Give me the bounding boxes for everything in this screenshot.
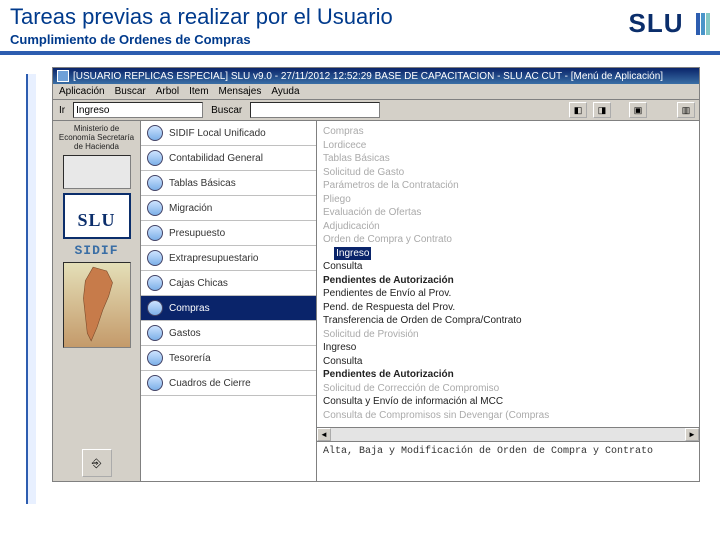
scroll-right-icon[interactable]: ► bbox=[685, 428, 699, 441]
module-label: Cajas Chicas bbox=[169, 278, 228, 289]
module-list: SIDIF Local Unificado Contabilidad Genera… bbox=[141, 121, 317, 481]
module-icon bbox=[147, 325, 163, 341]
module-label: Compras bbox=[169, 303, 210, 314]
menubar: Aplicación Buscar Arbol Item Mensajes Ay… bbox=[53, 84, 699, 100]
tree-item[interactable]: Solicitud de Corrección de Compromiso bbox=[323, 382, 693, 396]
module-compras[interactable]: Compras bbox=[141, 296, 316, 321]
menu-tree[interactable]: Compras Lordicece Tablas Básicas Solicit… bbox=[317, 121, 699, 427]
tree-item[interactable]: Ingreso bbox=[323, 341, 693, 355]
scroll-left-icon[interactable]: ◄ bbox=[317, 428, 331, 441]
tree-item[interactable]: Pendientes de Envío al Prov. bbox=[323, 287, 693, 301]
module-label: Presupuesto bbox=[169, 228, 225, 239]
tree-item[interactable]: Pliego bbox=[323, 193, 693, 207]
module-label: Tesorería bbox=[169, 353, 211, 364]
slu-logo-text: SLU bbox=[629, 8, 684, 38]
tree-item[interactable]: Consulta de Compromisos sin Devengar (Co… bbox=[323, 409, 693, 423]
module-icon bbox=[147, 125, 163, 141]
module-cajas-chicas[interactable]: Cajas Chicas bbox=[141, 271, 316, 296]
emblem-box bbox=[63, 155, 131, 189]
tree-item[interactable]: Compras bbox=[323, 125, 693, 139]
module-label: Contabilidad General bbox=[169, 153, 263, 164]
tree-item[interactable]: Consulta bbox=[323, 355, 693, 369]
module-gastos[interactable]: Gastos bbox=[141, 321, 316, 346]
tree-item[interactable]: Consulta bbox=[323, 260, 693, 274]
exit-button[interactable]: ⎆ bbox=[82, 449, 112, 477]
tree-item[interactable]: Ingreso bbox=[323, 247, 693, 261]
tree-scrollbar[interactable]: ◄ ► bbox=[317, 427, 699, 441]
tree-item[interactable]: Transferencia de Orden de Compra/Contrat… bbox=[323, 314, 693, 328]
menu-item[interactable]: Item bbox=[189, 86, 208, 97]
module-sidif-local-unificado[interactable]: SIDIF Local Unificado bbox=[141, 121, 316, 146]
tree-item[interactable]: Solicitud de Provisión bbox=[323, 328, 693, 342]
buscar-input[interactable] bbox=[250, 102, 380, 118]
window-titlebar: [USUARIO REPLICAS ESPECIAL] SLU v9.0 - 2… bbox=[53, 68, 699, 84]
tree-item[interactable]: Solicitud de Gasto bbox=[323, 166, 693, 180]
ir-label: Ir bbox=[59, 105, 65, 116]
toolbar: Ir Buscar ◧ ◨ ▣ ▥ bbox=[53, 100, 699, 121]
toolbar-button-2[interactable]: ◨ bbox=[593, 102, 611, 118]
module-icon bbox=[147, 250, 163, 266]
slide-title: Tareas previas a realizar por el Usuario bbox=[10, 4, 393, 30]
module-icon bbox=[147, 150, 163, 166]
buscar-label: Buscar bbox=[211, 105, 242, 116]
tree-item[interactable]: Pend. de Respuesta del Prov. bbox=[323, 301, 693, 315]
menu-arbol[interactable]: Arbol bbox=[156, 86, 179, 97]
slide-subtitle: Cumplimiento de Ordenes de Compras bbox=[10, 32, 393, 47]
module-icon bbox=[147, 375, 163, 391]
app-window: [USUARIO REPLICAS ESPECIAL] SLU v9.0 - 2… bbox=[52, 67, 700, 482]
tree-item[interactable]: Evaluación de Ofertas bbox=[323, 206, 693, 220]
right-panel: Compras Lordicece Tablas Básicas Solicit… bbox=[317, 121, 699, 481]
tree-item[interactable]: Pendientes de Autorización bbox=[323, 368, 693, 382]
ir-input[interactable] bbox=[73, 102, 203, 118]
module-label: Extrapresupuestario bbox=[169, 253, 259, 264]
tree-item[interactable]: Orden de Compra y Contrato bbox=[323, 233, 693, 247]
module-tablas-básicas[interactable]: Tablas Básicas bbox=[141, 171, 316, 196]
module-cuadros-de-cierre[interactable]: Cuadros de Cierre bbox=[141, 371, 316, 396]
module-contabilidad-general[interactable]: Contabilidad General bbox=[141, 146, 316, 171]
tree-item[interactable]: Adjudicación bbox=[323, 220, 693, 234]
header-rule-thin bbox=[0, 54, 720, 55]
module-label: Tablas Básicas bbox=[169, 178, 236, 189]
module-icon bbox=[147, 175, 163, 191]
scroll-track[interactable] bbox=[331, 428, 685, 441]
module-label: SIDIF Local Unificado bbox=[169, 128, 266, 139]
slu-box: SLU bbox=[63, 193, 131, 239]
window-title: [USUARIO REPLICAS ESPECIAL] SLU v9.0 - 2… bbox=[73, 71, 663, 82]
slu-box-text: SLU bbox=[77, 210, 115, 231]
menu-ayuda[interactable]: Ayuda bbox=[271, 86, 299, 97]
tree-item[interactable]: Pendientes de Autorización bbox=[323, 274, 693, 288]
module-label: Cuadros de Cierre bbox=[169, 378, 251, 389]
module-migración[interactable]: Migración bbox=[141, 196, 316, 221]
slu-logo: SLU bbox=[629, 8, 711, 42]
left-panel: Ministerio de Economía Secretaría de Hac… bbox=[53, 121, 141, 481]
module-icon bbox=[147, 350, 163, 366]
tree-item[interactable]: Lordicece bbox=[323, 139, 693, 153]
module-label: Gastos bbox=[169, 328, 201, 339]
ministry-label: Ministerio de Economía Secretaría de Hac… bbox=[55, 125, 138, 151]
toolbar-button-1[interactable]: ◧ bbox=[569, 102, 587, 118]
toolbar-button-4[interactable]: ▥ bbox=[677, 102, 695, 118]
module-presupuesto[interactable]: Presupuesto bbox=[141, 221, 316, 246]
module-icon bbox=[147, 275, 163, 291]
tree-item[interactable]: Tablas Básicas bbox=[323, 152, 693, 166]
description-box: Alta, Baja y Modificación de Orden de Co… bbox=[317, 441, 699, 481]
module-icon bbox=[147, 225, 163, 241]
module-icon bbox=[147, 200, 163, 216]
app-icon bbox=[57, 70, 69, 82]
toolbar-button-3[interactable]: ▣ bbox=[629, 102, 647, 118]
tree-item[interactable]: Consulta y Envío de información al MCC bbox=[323, 395, 693, 409]
menu-buscar[interactable]: Buscar bbox=[115, 86, 146, 97]
module-extrapresupuestario[interactable]: Extrapresupuestario bbox=[141, 246, 316, 271]
page-marker bbox=[26, 74, 36, 504]
menu-aplicacion[interactable]: Aplicación bbox=[59, 86, 105, 97]
menu-mensajes[interactable]: Mensajes bbox=[219, 86, 262, 97]
sidif-label: SIDIF bbox=[74, 243, 118, 258]
module-tesorería[interactable]: Tesorería bbox=[141, 346, 316, 371]
module-icon bbox=[147, 300, 163, 316]
argentina-map bbox=[63, 262, 131, 348]
module-label: Migración bbox=[169, 203, 212, 214]
slu-logo-bars bbox=[695, 11, 710, 42]
tree-item[interactable]: Parámetros de la Contratación bbox=[323, 179, 693, 193]
